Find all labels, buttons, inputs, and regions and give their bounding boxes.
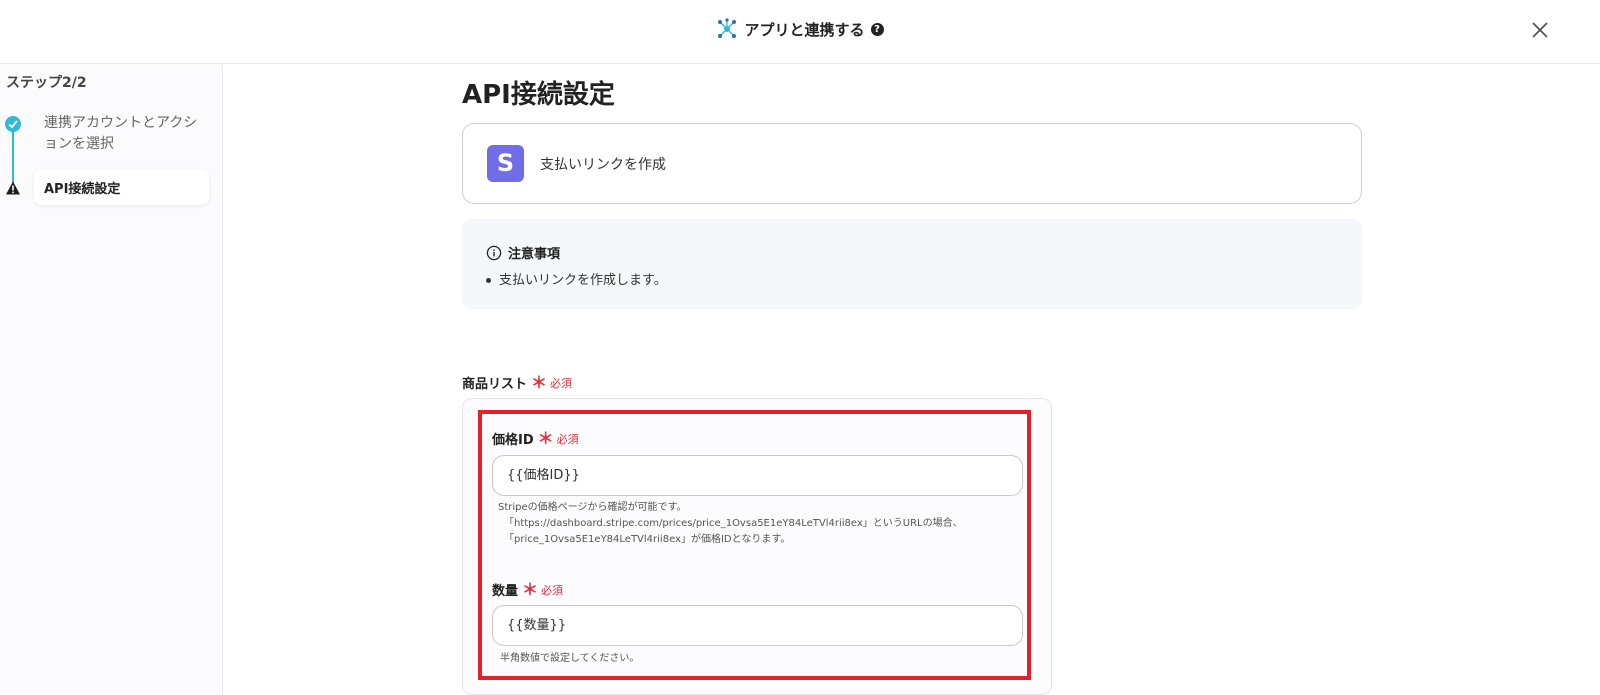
stripe-logo: S [487,145,524,182]
help-icon[interactable]: ? [870,22,884,36]
required-text: 必須 [556,432,579,446]
modal-header: アプリと連携する ? [0,0,1600,64]
notice-box: 注意事項 支払いリンクを作成します。 [462,219,1362,309]
help-line: Stripeの価格ページから確認が可能です。 [498,502,687,513]
close-icon[interactable] [1528,18,1552,42]
check-icon [5,116,21,132]
quantity-label: 数量 ＊ 必須 [492,580,563,599]
price-id-label-text: 価格ID [492,433,534,448]
action-label: 支払いリンクを作成 [540,157,666,173]
quantity-help: 半角数値で設定してください。 [498,651,639,667]
notice-item-text: 支払いリンクを作成します。 [499,273,667,288]
step-sidebar: ステップ2/2 連携アカウントとアクションを選択 API接続設定 [0,65,223,695]
help-line: 半角数値で設定してください。 [500,653,640,664]
quantity-label-text: 数量 [492,584,519,599]
product-list-label: 商品リスト ＊ 必須 [462,373,572,392]
price-id-input[interactable]: {{価格ID}} [492,455,1023,496]
action-card: S 支払いリンクを作成 [462,123,1362,204]
price-id-help: Stripeの価格ページから確認が可能です。 「https://dashboar… [498,500,963,548]
modal-title-text: アプリと連携する [744,20,865,39]
help-line: 「https://dashboard.stripe.com/prices/pri… [504,518,963,529]
quantity-input[interactable]: {{数量}} [492,605,1023,646]
info-icon [486,245,502,260]
list-item: 支払いリンクを作成します。 [486,269,667,288]
notice-list: 支払いリンクを作成します。 [486,269,667,288]
bullet [486,278,491,283]
modal-title: アプリと連携する ? [0,18,1600,44]
step-connector [12,125,14,185]
step-item-api-settings[interactable]: API接続設定 [34,169,209,205]
required-text: 必須 [550,376,573,390]
product-list-label-text: 商品リスト [462,377,528,392]
required-star: ＊ [537,428,554,448]
price-id-label: 価格ID ＊ 必須 [492,429,579,448]
required-text: 必須 [541,583,564,597]
warning-icon [6,181,20,195]
help-line: 「price_1Ovsa5E1eY84LeTVl4rii8ex」が価格IDとなり… [504,534,791,545]
page-title: API接続設定 [462,80,615,110]
required-star: ＊ [522,579,539,599]
step-counter: ステップ2/2 [6,75,87,91]
required-star: ＊ [531,372,548,392]
notice-title: 注意事項 [486,243,560,262]
step-item-label: API接続設定 [44,182,121,197]
notice-title-text: 注意事項 [508,247,561,262]
network-icon [718,18,737,38]
step-item-select-account[interactable]: 連携アカウントとアクションを選択 [44,113,204,155]
